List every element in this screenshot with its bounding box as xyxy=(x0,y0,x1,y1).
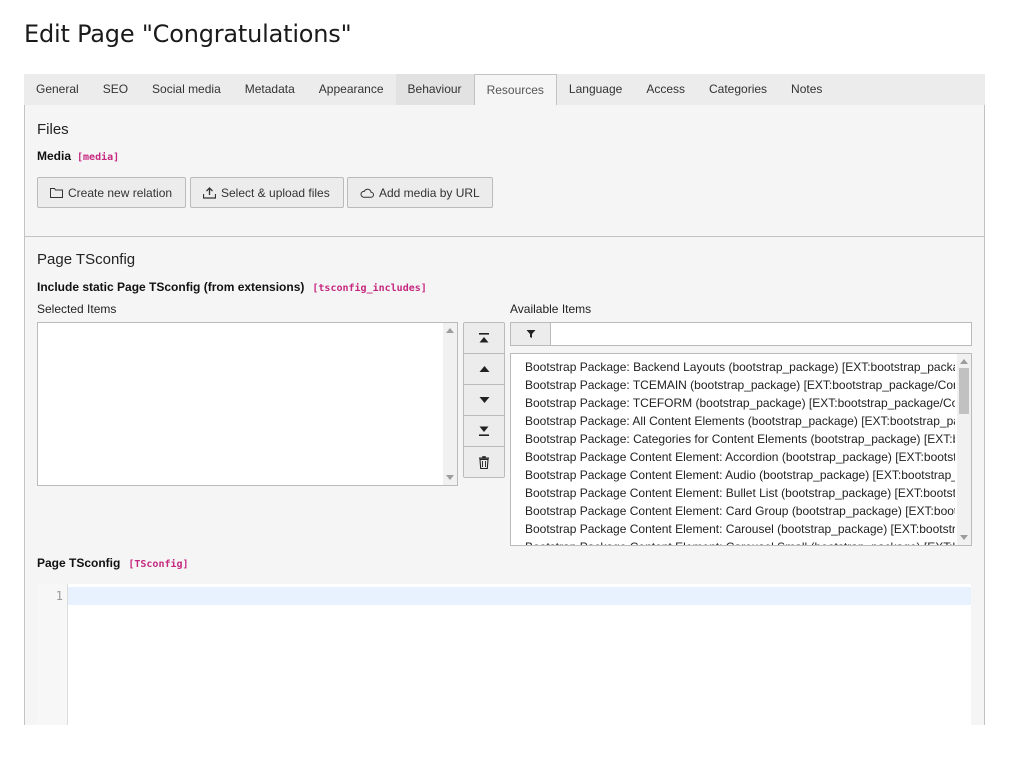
selected-items-scrollbar[interactable] xyxy=(443,323,457,485)
tsconfig-includes-label: Include static Page TSconfig (from exten… xyxy=(37,280,305,294)
tab-metadata[interactable]: Metadata xyxy=(233,74,307,105)
tab-language[interactable]: Language xyxy=(557,74,634,105)
filter-icon xyxy=(526,330,535,338)
remove-selected-button[interactable] xyxy=(464,447,504,478)
tab-behaviour[interactable]: Behaviour xyxy=(395,74,474,105)
cloud-icon xyxy=(360,188,374,198)
list-item[interactable]: Bootstrap Package: TCEFORM (bootstrap_pa… xyxy=(525,394,955,412)
tab-bar: General SEO Social media Metadata Appear… xyxy=(24,74,985,106)
media-field-label: Media [media] xyxy=(37,149,119,163)
tab-seo[interactable]: SEO xyxy=(91,74,140,105)
selected-items-label: Selected Items xyxy=(37,302,117,316)
filter-addon xyxy=(511,323,551,345)
list-item[interactable]: Bootstrap Package Content Element: Carou… xyxy=(525,520,955,538)
list-item[interactable]: Bootstrap Package: TCEMAIN (bootstrap_pa… xyxy=(525,376,955,394)
select-upload-files-button[interactable]: Select & upload files xyxy=(190,177,344,208)
list-item[interactable]: Bootstrap Package Content Element: Carou… xyxy=(525,538,955,545)
page-tsconfig-field-label: Page TSconfig [TSconfig] xyxy=(37,556,189,570)
create-new-relation-button[interactable]: Create new relation xyxy=(37,177,186,208)
caret-up-icon xyxy=(479,366,489,372)
line-number-gutter: 1 xyxy=(37,584,68,725)
list-item[interactable]: Bootstrap Package Content Element: Bulle… xyxy=(525,484,955,502)
add-media-by-url-button[interactable]: Add media by URL xyxy=(347,177,493,208)
tsconfig-code-editor[interactable]: 1 xyxy=(37,584,971,725)
move-to-bottom-icon xyxy=(479,426,489,436)
tab-general[interactable]: General xyxy=(24,74,91,105)
available-items-filter xyxy=(510,322,972,346)
list-item[interactable]: Bootstrap Package Content Element: Accor… xyxy=(525,448,955,466)
tab-notes[interactable]: Notes xyxy=(779,74,834,105)
available-items-options: Bootstrap Package: Backend Layouts (boot… xyxy=(525,358,955,545)
available-items-list[interactable]: Bootstrap Package: Backend Layouts (boot… xyxy=(510,353,972,546)
scroll-down-arrow-icon[interactable] xyxy=(446,475,454,480)
move-to-bottom-button[interactable] xyxy=(464,416,504,447)
files-section: Files Media [media] Create new relation S… xyxy=(25,105,984,237)
page-title: Edit Page "Congratulations" xyxy=(24,20,352,48)
tsconfig-heading: Page TSconfig xyxy=(37,251,136,268)
tab-access[interactable]: Access xyxy=(634,74,697,105)
filter-input[interactable] xyxy=(551,323,971,345)
tsconfig-includes-field-name: [tsconfig_includes] xyxy=(312,283,427,294)
trash-icon xyxy=(479,456,489,469)
move-down-button[interactable] xyxy=(464,385,504,416)
folder-icon xyxy=(50,188,63,198)
list-item[interactable]: Bootstrap Package: Categories for Conten… xyxy=(525,430,955,448)
list-item[interactable]: Bootstrap Package Content Element: Audio… xyxy=(525,466,955,484)
active-line-highlight[interactable] xyxy=(68,587,971,605)
tsconfig-includes-field-label: Include static Page TSconfig (from exten… xyxy=(37,280,427,294)
selection-controls xyxy=(463,322,505,478)
list-item[interactable]: Bootstrap Package Content Element: Card … xyxy=(525,502,955,520)
page-tsconfig-field-name: [TSconfig] xyxy=(128,559,189,570)
scroll-up-arrow-icon[interactable] xyxy=(446,328,454,333)
upload-icon xyxy=(203,186,216,199)
tab-panel-resources: Files Media [media] Create new relation S… xyxy=(24,105,985,725)
list-item[interactable]: Bootstrap Package: All Content Elements … xyxy=(525,412,955,430)
select-upload-files-label: Select & upload files xyxy=(221,185,330,200)
selected-items-list[interactable] xyxy=(37,322,458,486)
add-media-by-url-label: Add media by URL xyxy=(379,185,480,200)
tab-appearance[interactable]: Appearance xyxy=(307,74,396,105)
page-tsconfig-label: Page TSconfig xyxy=(37,556,121,570)
files-heading: Files xyxy=(37,121,69,138)
list-item[interactable]: Bootstrap Package: Backend Layouts (boot… xyxy=(525,358,955,376)
tab-resources[interactable]: Resources xyxy=(473,74,557,106)
move-to-top-icon xyxy=(479,333,489,343)
line-number: 1 xyxy=(55,589,63,603)
tab-categories[interactable]: Categories xyxy=(697,74,779,105)
create-new-relation-label: Create new relation xyxy=(68,185,173,200)
scroll-up-arrow-icon[interactable] xyxy=(960,359,968,364)
scrollbar-thumb[interactable] xyxy=(959,368,969,414)
media-label: Media xyxy=(37,149,72,163)
move-up-button[interactable] xyxy=(464,354,504,385)
tab-social-media[interactable]: Social media xyxy=(140,74,233,105)
available-items-scrollbar[interactable] xyxy=(957,354,971,545)
available-items-label: Available Items xyxy=(510,302,592,316)
media-field-name: [media] xyxy=(77,152,120,163)
move-to-top-button[interactable] xyxy=(464,323,504,354)
caret-down-icon xyxy=(479,397,489,403)
scroll-down-arrow-icon[interactable] xyxy=(960,535,968,540)
